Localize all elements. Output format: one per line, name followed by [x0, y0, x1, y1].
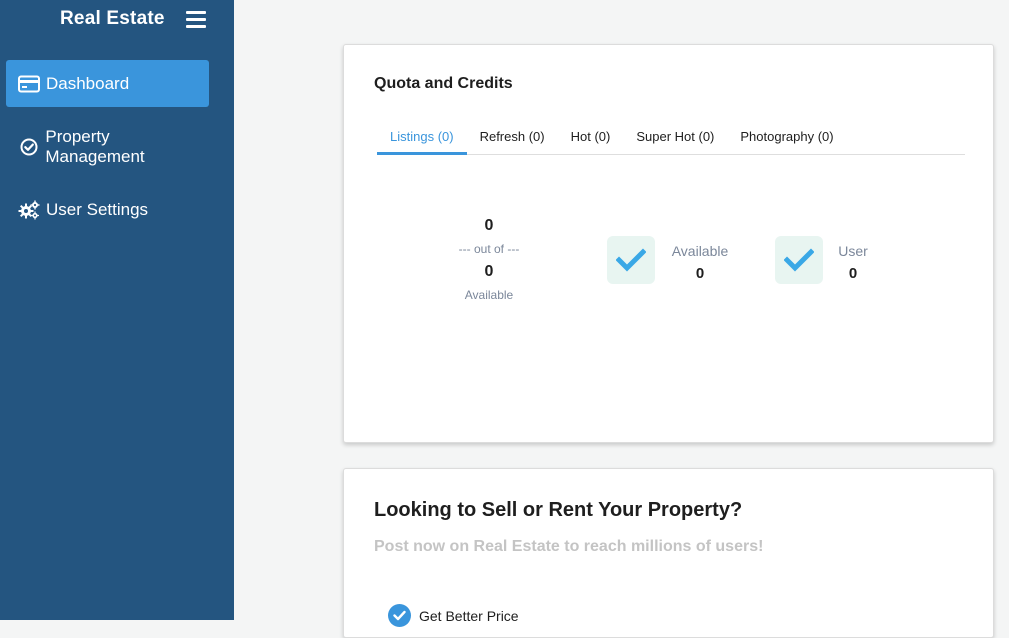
- total-label: Available: [464, 288, 514, 302]
- sidebar-item-dashboard[interactable]: Dashboard: [6, 60, 209, 107]
- sidebar: Real Estate Dashboard Property Managemen…: [0, 0, 234, 620]
- benefit-item: Get Better Price: [388, 604, 519, 627]
- brand-logo[interactable]: Real Estate: [60, 8, 165, 30]
- user-value: 0: [848, 265, 858, 282]
- sidebar-item-property-management[interactable]: Property Management: [6, 123, 209, 170]
- credit-card-icon: [18, 73, 40, 95]
- user-check-icon: [775, 236, 823, 284]
- out-of-text: --- out of ---: [458, 242, 520, 256]
- total-count: 0: [484, 263, 494, 280]
- sidebar-item-label: Dashboard: [46, 73, 130, 93]
- promo-title: Looking to Sell or Rent Your Property?: [374, 499, 743, 521]
- user-stat: User 0: [830, 241, 876, 287]
- available-check-icon: [607, 236, 655, 284]
- sidebar-item-label: User Settings: [46, 199, 149, 219]
- promo-subtitle: Post now on Real Estate to reach million…: [374, 538, 764, 555]
- available-stat: Available 0: [666, 241, 734, 287]
- benefit-label: Get Better Price: [419, 607, 519, 624]
- check-circle-icon: [388, 604, 411, 627]
- check-circle-icon: [18, 136, 39, 158]
- menu-toggle-icon[interactable]: [186, 11, 206, 29]
- quota-tabs: Listings (0) Refresh (0) Hot (0) Super H…: [377, 123, 965, 155]
- sidebar-item-user-settings[interactable]: User Settings: [6, 186, 209, 233]
- quota-title: Quota and Credits: [374, 75, 513, 92]
- listing-usage: 0 --- out of --- 0 Available: [444, 215, 534, 307]
- tab-refresh[interactable]: Refresh (0): [467, 123, 558, 155]
- available-label: Available: [671, 243, 729, 259]
- user-label: User: [838, 243, 868, 259]
- gears-icon: [18, 199, 40, 221]
- sidebar-item-label: Property Management: [45, 126, 145, 166]
- quota-card: Quota and Credits Listings (0) Refresh (…: [343, 44, 994, 443]
- tab-hot[interactable]: Hot (0): [558, 123, 624, 155]
- promo-card: Looking to Sell or Rent Your Property? P…: [343, 468, 994, 638]
- tab-photography[interactable]: Photography (0): [727, 123, 846, 155]
- available-value: 0: [695, 265, 705, 282]
- used-count: 0: [484, 217, 494, 234]
- tab-listings[interactable]: Listings (0): [377, 123, 467, 155]
- tab-super-hot[interactable]: Super Hot (0): [623, 123, 727, 155]
